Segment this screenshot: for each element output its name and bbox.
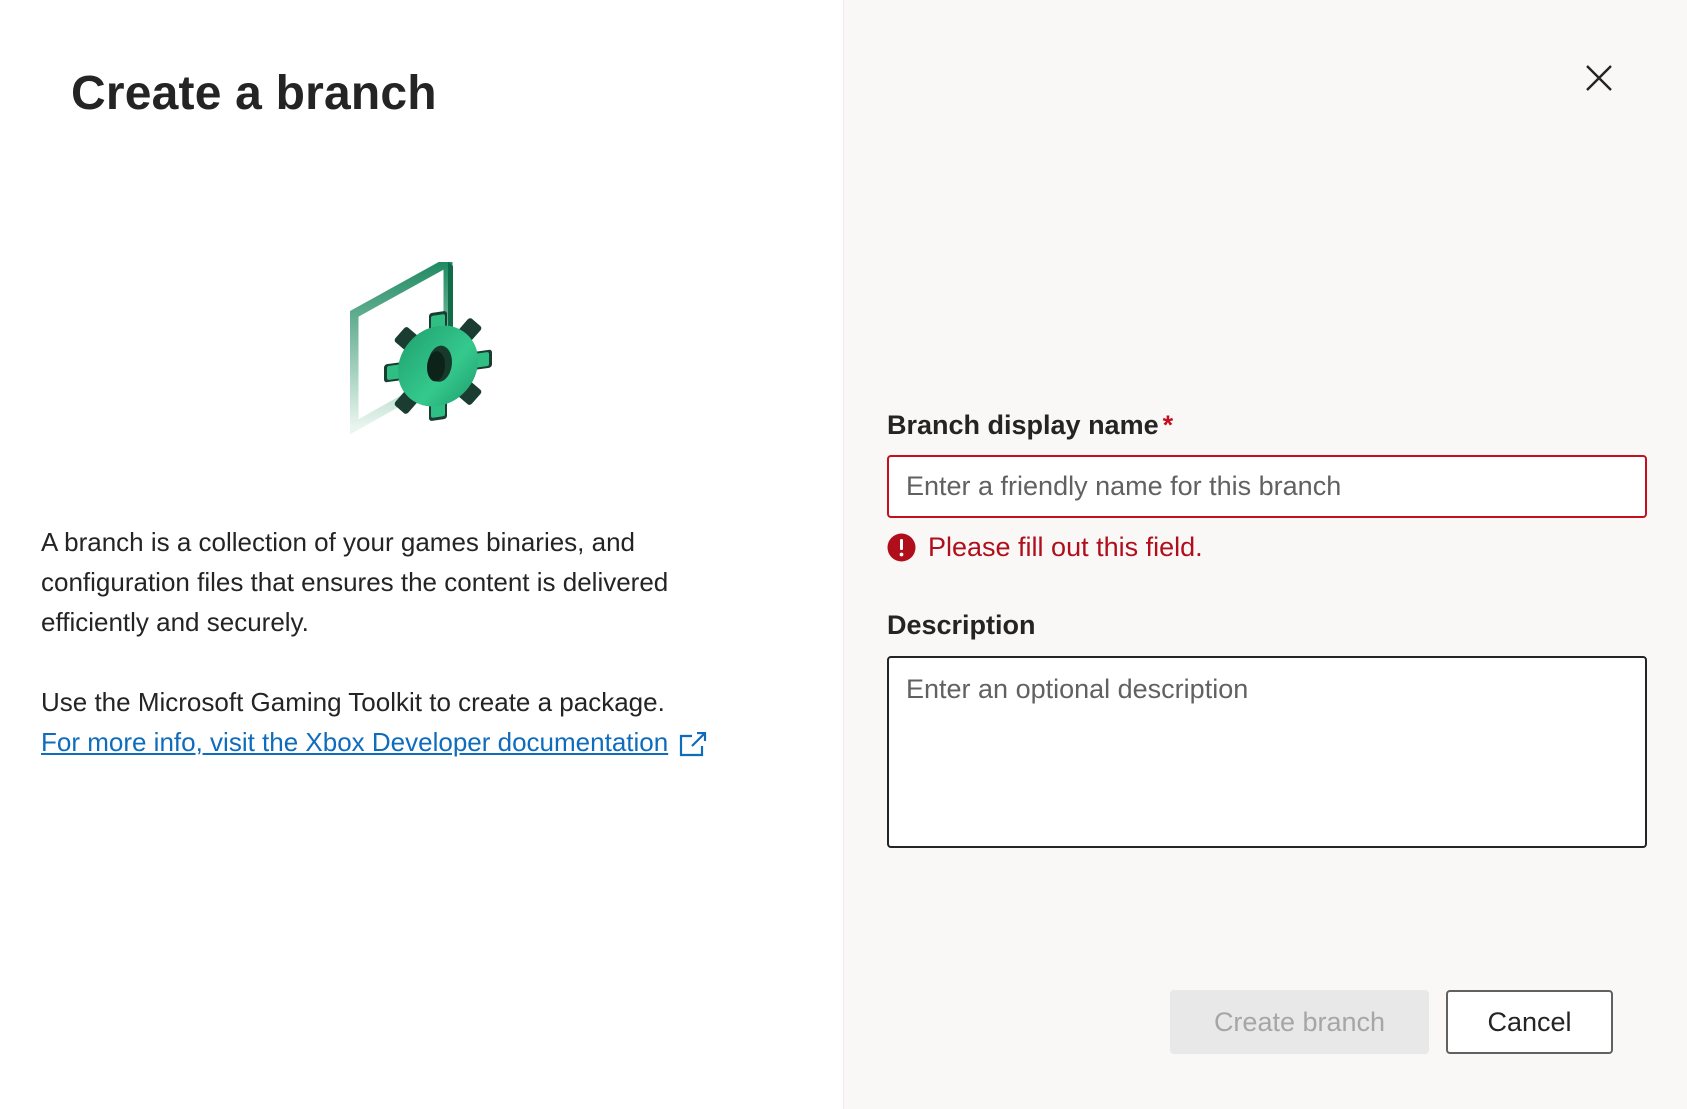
required-marker: *: [1162, 410, 1174, 440]
xbox-docs-link-label: For more info, visit the Xbox Developer …: [41, 727, 669, 757]
toolkit-text: Use the Microsoft Gaming Toolkit to crea…: [41, 687, 665, 717]
branch-name-label-text: Branch display name: [887, 410, 1159, 440]
branch-description: A branch is a collection of your games b…: [41, 527, 669, 637]
branch-name-input[interactable]: [887, 455, 1647, 518]
external-link-icon: [678, 729, 708, 757]
create-branch-button[interactable]: Create branch: [1170, 990, 1429, 1054]
close-button[interactable]: [1581, 60, 1617, 96]
xbox-docs-link[interactable]: For more info, visit the Xbox Developer …: [41, 722, 708, 762]
cancel-button[interactable]: Cancel: [1446, 990, 1613, 1054]
close-icon: [1586, 65, 1612, 91]
branch-name-error: Please fill out this field.: [887, 532, 1203, 563]
toolkit-info: Use the Microsoft Gaming Toolkit to crea…: [41, 682, 801, 762]
info-pane: Create a branch A branch is a collection…: [0, 0, 843, 1109]
create-branch-dialog: Create a branch A branch is a collection…: [0, 0, 1687, 1109]
error-circle-icon: [887, 533, 916, 562]
branch-name-label: Branch display name *: [887, 410, 1173, 441]
error-message: Please fill out this field.: [928, 532, 1203, 562]
description-textarea[interactable]: [887, 656, 1647, 848]
dialog-title: Create a branch: [71, 67, 437, 120]
description-label: Description: [887, 610, 1036, 640]
gear-in-frame-icon: [349, 254, 500, 437]
